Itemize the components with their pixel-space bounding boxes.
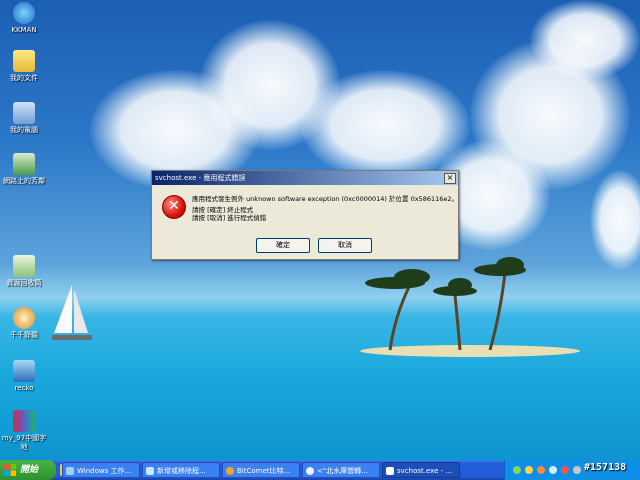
- taskbar-item[interactable]: 新增或移除程...: [142, 462, 220, 478]
- start-button[interactable]: 開始: [0, 460, 56, 480]
- music-player-icon: [13, 307, 35, 329]
- desktop-icon-my-documents[interactable]: 我的文件: [0, 50, 52, 83]
- ok-button[interactable]: 確定: [256, 238, 310, 253]
- tray-icon[interactable]: [549, 466, 557, 474]
- desktop-icon-kkman[interactable]: KKMAN: [0, 2, 52, 35]
- bitcomet-icon: [226, 467, 234, 475]
- my-computer-icon: [13, 102, 35, 124]
- dialog-message-line: 應用程式發生例外 unknown software exception (0xc…: [192, 195, 459, 203]
- window-icon: [386, 467, 394, 475]
- taskbar-item-label: <"北水庫營轉...: [317, 467, 368, 475]
- my-documents-icon: [13, 50, 35, 72]
- sailboat-image: [52, 285, 92, 340]
- desktop-icon-label: my_97中國字: [1, 434, 47, 442]
- desktop-icon-recko[interactable]: recko: [0, 360, 52, 393]
- dialog-message-line: 請按 [取消] 進行程式偵錯: [192, 214, 267, 222]
- taskbar-item[interactable]: BitComet比特...: [222, 462, 300, 478]
- wallpaper-cloud: [530, 0, 640, 80]
- desktop-icon-label: 千千靜聽: [10, 331, 38, 339]
- desktop-icon-label: recko: [14, 384, 34, 392]
- tray-icon[interactable]: [525, 466, 533, 474]
- desktop: KKMAN 我的文件 我的電腦 網路上的芳鄰 資源回收筒 千千靜聽 recko …: [0, 0, 640, 480]
- start-label: 開始: [20, 465, 39, 475]
- desktop-icon-archive[interactable]: my_97中國字 地: [0, 410, 52, 452]
- tray-icon[interactable]: [513, 466, 521, 474]
- tray-icon[interactable]: [537, 466, 545, 474]
- tray-icon[interactable]: [561, 466, 569, 474]
- dialog-titlebar[interactable]: svchost.exe - 應用程式錯誤 ×: [152, 171, 458, 185]
- error-icon: ✕: [162, 195, 186, 219]
- desktop-icon-network-places[interactable]: 網路上的芳鄰: [0, 153, 52, 186]
- desktop-icon-label: 地: [20, 443, 28, 451]
- island-image: [360, 257, 580, 357]
- archive-icon: [13, 410, 35, 432]
- desktop-icon-label: KKMAN: [11, 26, 37, 34]
- tray-icon[interactable]: [573, 466, 581, 474]
- taskbar: 開始 Windows 工作... 新增或移除程... BitComet比特...…: [0, 460, 640, 480]
- desktop-icon-label: 我的文件: [10, 74, 38, 82]
- desktop-icon-my-computer[interactable]: 我的電腦: [0, 102, 52, 135]
- wallpaper-cloud: [590, 170, 640, 270]
- dialog-message: 應用程式發生例外 unknown software exception (0xc…: [192, 195, 458, 222]
- close-button[interactable]: ×: [444, 173, 456, 184]
- dialog-title: svchost.exe - 應用程式錯誤: [155, 174, 246, 182]
- windows-flag-icon: [4, 464, 16, 476]
- desktop-icon-label: 網路上的芳鄰: [3, 177, 45, 185]
- taskbar-item[interactable]: Windows 工作...: [62, 462, 140, 478]
- taskbar-item-active[interactable]: svchost.exe - ...: [382, 462, 460, 478]
- desktop-icon-label: 我的電腦: [10, 126, 38, 134]
- browser-icon: [306, 467, 314, 475]
- desktop-icon-music-player[interactable]: 千千靜聽: [0, 307, 52, 340]
- taskbar-item[interactable]: <"北水庫營轉...: [302, 462, 380, 478]
- network-places-icon: [13, 153, 35, 175]
- taskbar-item-label: BitComet比特...: [237, 467, 291, 475]
- error-dialog: svchost.exe - 應用程式錯誤 × ✕ 應用程式發生例外 unknow…: [151, 170, 459, 260]
- taskbar-item-label: Windows 工作...: [77, 467, 132, 475]
- watermark-text: #157138: [584, 462, 627, 473]
- dialog-message-line: 請按 [確定] 終止程式: [192, 206, 254, 214]
- taskbar-item-label: 新增或移除程...: [157, 467, 206, 475]
- kkman-icon: [13, 2, 35, 24]
- desktop-icon-recycle-bin[interactable]: 資源回收筒: [0, 255, 52, 288]
- desktop-icon-label: 資源回收筒: [6, 279, 42, 287]
- window-icon: [146, 467, 154, 475]
- cancel-button[interactable]: 取消: [318, 238, 372, 253]
- taskbar-item-label: svchost.exe - ...: [397, 467, 453, 475]
- window-icon: [66, 467, 74, 475]
- app-icon: [13, 360, 35, 382]
- recycle-bin-icon: [13, 255, 35, 277]
